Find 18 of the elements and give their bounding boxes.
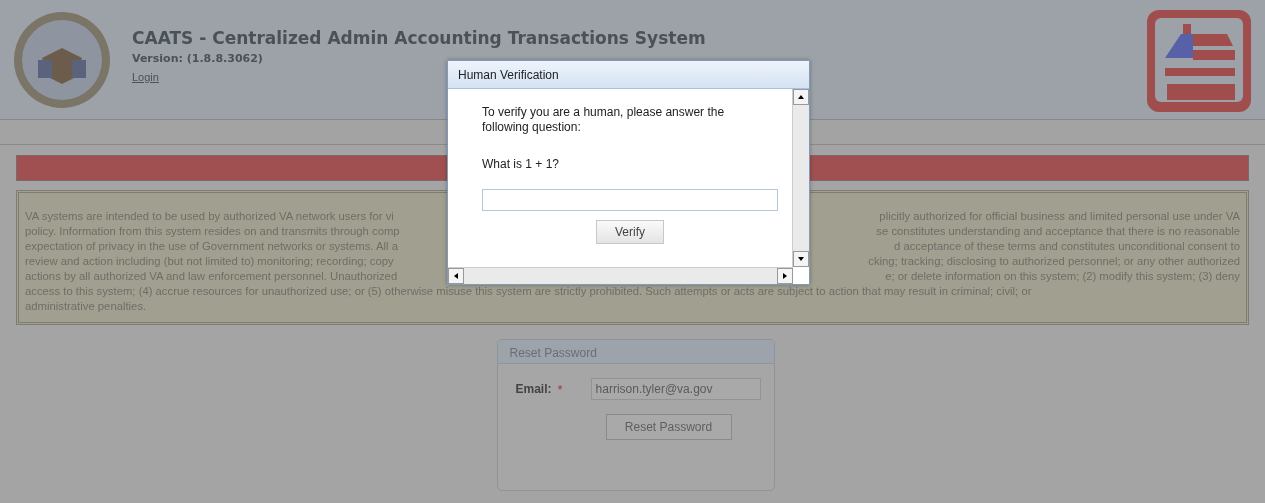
version-text: Version: (1.8.8.3062) — [132, 52, 264, 65]
answer-field[interactable] — [482, 189, 778, 211]
scroll-button[interactable] — [448, 268, 464, 284]
scroll-button[interactable] — [793, 251, 809, 267]
question-text: What is 1 + 1? — [482, 157, 561, 171]
horizontal-scrollbar[interactable] — [448, 267, 793, 284]
dialog-prompt: To verify you are a human, please answer the following question: — [482, 105, 726, 135]
vertical-scrollbar[interactable] — [792, 89, 809, 267]
email-label: Email: — [515, 382, 552, 396]
dialog-title: Human Verification — [448, 61, 809, 89]
reset-password-button[interactable]: Reset Password — [605, 414, 732, 440]
flag-house-logo-icon — [1145, 8, 1253, 114]
required-mark: * — [557, 381, 563, 397]
app-title: CAATS - Centralized Admin Accounting Transactions System — [132, 28, 706, 48]
email-field[interactable]: harrison.tyler@va.gov — [590, 378, 761, 400]
verify-button[interactable]: Verify — [596, 220, 664, 244]
scroll-button[interactable] — [777, 268, 793, 284]
scroll-button[interactable] — [793, 89, 809, 105]
